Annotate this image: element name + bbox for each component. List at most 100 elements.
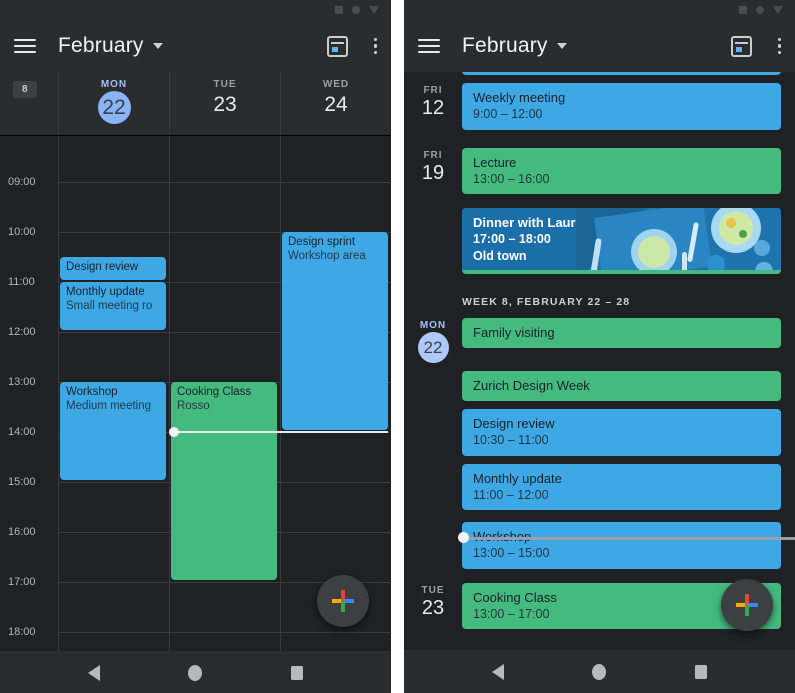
hamburger-menu-icon[interactable] [14,39,36,53]
schedule-row[interactable]: Zurich Design Week [404,370,795,401]
status-signal-icon [369,6,379,14]
event-location: Rosso [177,399,210,412]
day-header-row: 8 MON 22 TUE 23 WED 24 [0,72,391,136]
hour-label: 15:00 [8,476,36,488]
calendar-event-chip[interactable]: Design review 10:30 – 11:00 [462,409,781,456]
status-square-icon [739,6,747,14]
back-triangle-icon[interactable] [492,663,505,680]
day-number-label: 22 [417,331,449,363]
status-square-icon [335,6,343,14]
current-time-line [462,537,795,540]
schedule-row[interactable]: MON 22 Family visiting [404,317,795,363]
calendar-event-chip[interactable]: Monthly update 11:00 – 12:00 [462,463,781,510]
more-vert-icon[interactable] [373,37,377,55]
schedule-row[interactable]: Design review 10:30 – 11:00 [404,409,795,456]
schedule-row[interactable]: Dinner with Laura 17:00 – 18:00 Old town [404,208,795,274]
home-circle-icon[interactable] [592,663,607,680]
hour-gridline [58,182,391,183]
add-event-fab[interactable] [721,579,773,631]
chevron-down-icon[interactable] [556,43,567,49]
status-circle-icon [352,6,360,14]
dual-screenshot: February 8 MON 22 TUE 23 WED 24 09:00 10:00 11:… [0,0,795,693]
home-circle-icon[interactable] [188,664,203,681]
event-time: 10:30 – 11:00 [473,433,549,448]
event-time: 11:00 – 12:00 [473,487,549,502]
add-plus-icon [736,594,758,616]
today-calendar-icon[interactable] [730,35,752,57]
day-of-week-label: FRI [423,85,443,96]
week-number-badge[interactable]: 8 [13,81,37,98]
today-calendar-icon[interactable] [326,35,348,57]
day-of-week-label: WED [322,79,350,90]
schedule-row[interactable]: Workshop13:00 – 15:00 [404,522,795,569]
schedule-date-cell [404,464,462,466]
schedule-row[interactable]: Monthly update 11:00 – 12:00 [404,463,795,510]
calendar-event[interactable]: Design sprint Workshop area [282,232,388,430]
event-time: 13:00 – 16:00 [473,171,550,186]
current-time-line [172,431,388,433]
calendar-event[interactable]: Design review [60,257,166,280]
schedule-date-cell [404,371,462,373]
schedule-date-cell [404,409,462,411]
add-event-fab[interactable] [317,575,369,627]
hour-label: 11:00 [8,276,35,288]
day-of-week-label: FRI [423,149,443,161]
calendar-event-chip[interactable]: Lecture 13:00 – 16:00 [462,147,781,194]
page-title[interactable]: February [462,34,548,58]
schedule-date-cell: MON 22 [404,318,462,363]
more-vert-icon[interactable] [777,37,781,55]
schedule-row[interactable]: FRI 12 Weekly meeting 9:00 – 12:00 [404,83,795,130]
schedule-row-partial[interactable] [404,72,795,75]
calendar-event-chip[interactable]: Dinner with Laura 17:00 – 18:00 Old town [462,208,781,274]
schedule-row[interactable]: FRI 19 Lecture 13:00 – 16:00 [404,147,795,194]
event-photo-thumbnail [576,208,781,270]
event-title: Design sprint [288,236,356,248]
day-column-header-mon[interactable]: MON 22 [58,72,169,135]
event-title: Zurich Design Week [473,377,590,393]
hour-label: 12:00 [8,326,36,338]
hour-label: 16:00 [8,526,36,538]
recents-square-icon[interactable] [290,665,303,680]
calendar-event[interactable]: Monthly update Small meeting ro [60,282,166,330]
calendar-event[interactable]: Cooking Class Rosso [171,382,277,580]
schedule-view-screen: February FRI 12 Weekly meeting 9:00 – 12:00… [404,0,795,693]
calendar-event-chip[interactable]: Workshop13:00 – 15:00 [462,522,781,569]
day-number-label: 23 [213,93,237,116]
recents-square-icon[interactable] [694,664,707,679]
day-of-week-label: MON [100,79,128,90]
add-plus-icon [332,590,354,612]
system-nav-bar [0,651,391,693]
event-title: Family visiting [473,324,555,340]
back-triangle-icon[interactable] [88,664,101,681]
event-title: Workshop [66,386,118,398]
day-column-separator [58,136,59,651]
day-number-label: 23 [421,596,445,619]
day-number-label: 12 [421,97,445,119]
schedule-date-cell: FRI 19 [404,148,462,185]
schedule-list[interactable]: FRI 12 Weekly meeting 9:00 – 12:00 FRI 19 Lect… [404,72,795,650]
day-number-label: 19 [421,161,445,184]
calendar-event-chip[interactable] [462,72,781,75]
calendar-event-chip[interactable]: Zurich Design Week [462,370,781,401]
calendar-event-chip[interactable]: Family visiting [462,317,781,348]
chevron-down-icon[interactable] [152,43,163,49]
schedule-date-cell: TUE 23 [404,583,462,620]
hour-label: 17:00 [8,576,36,588]
day-grid[interactable]: 09:00 10:00 11:00 12:00 13:00 14:00 15:00 16:00… [0,136,391,651]
calendar-event[interactable]: Workshop Medium meeting [60,382,166,480]
calendar-event-chip[interactable]: Weekly meeting 9:00 – 12:00 [462,83,781,130]
hour-label: 10:00 [8,226,36,238]
page-title[interactable]: February [58,34,144,58]
schedule-date-cell [404,208,462,210]
status-circle-icon [756,6,764,14]
event-title: Cooking Class [177,386,252,398]
day-of-week-label: TUE [421,584,445,596]
day-number-label: 22 [97,91,131,124]
event-location: Small meeting ro [66,299,153,312]
week-section-header: WEEK 8, FEBRUARY 22 – 28 [462,295,631,308]
day-column-header-tue[interactable]: TUE 23 [169,72,280,135]
day-of-week-label: TUE [213,79,237,90]
day-column-header-wed[interactable]: WED 24 [280,72,391,135]
hamburger-menu-icon[interactable] [418,39,440,53]
event-title: Lecture [473,154,517,170]
